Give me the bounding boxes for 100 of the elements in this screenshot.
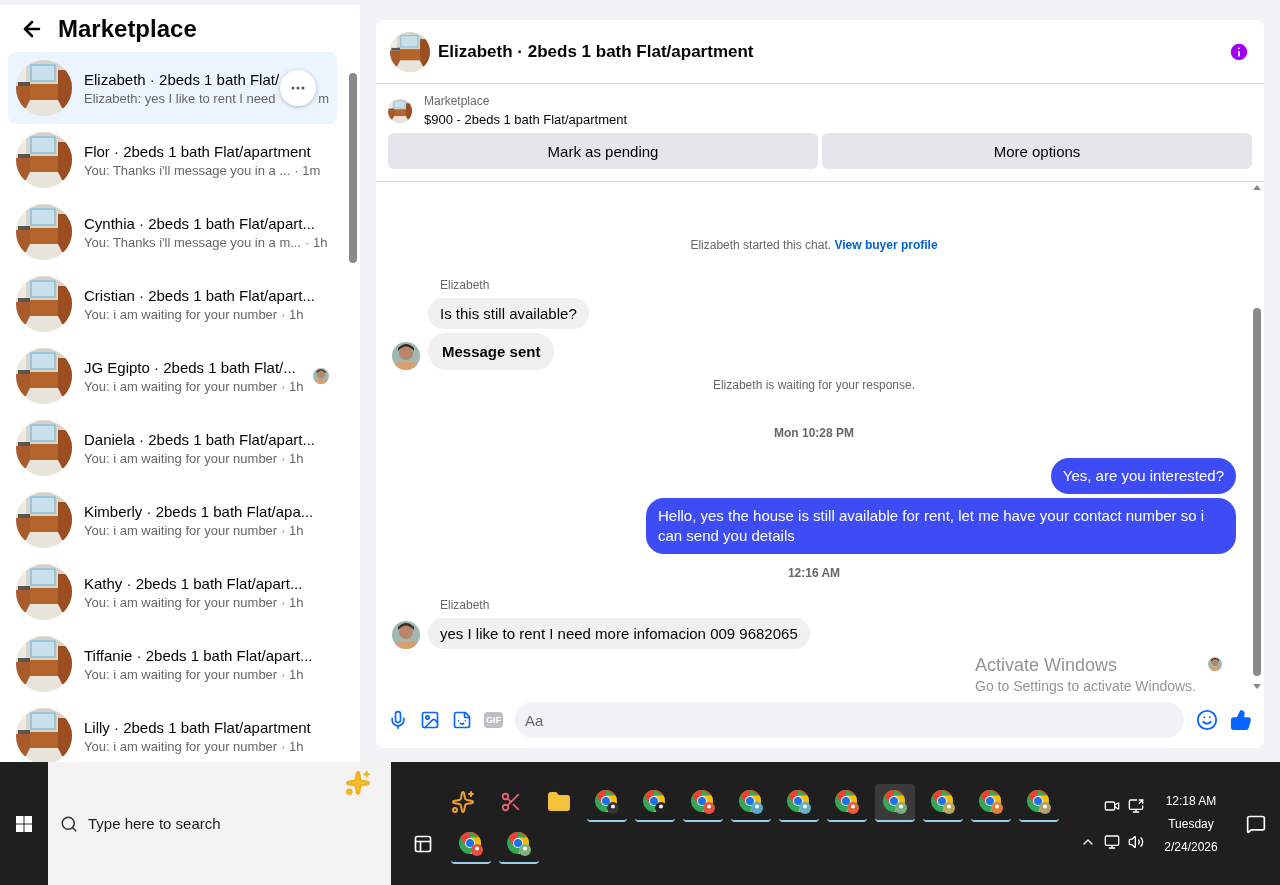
activation-title: Activate Windows: [975, 655, 1119, 676]
message-time: · 1m: [294, 162, 321, 178]
listing-button[interactable]: More options: [822, 133, 1252, 169]
message-preview: You: i am waiting for your number: [84, 378, 278, 394]
conversation-title: Lilly · 2beds 1 bath Flat/apartment: [84, 718, 312, 736]
sparkle-icon: [451, 789, 475, 814]
sidebar-title: Marketplace: [58, 14, 197, 43]
image-icon[interactable]: [420, 710, 440, 730]
sparkle-icon: [345, 770, 371, 796]
chat-timestamp: 12:16 AM: [786, 566, 842, 580]
conversation-item[interactable]: Flor · 2beds 1 bath Flat/apartment You: Thanks i'll message you in a ... · 1m: [8, 124, 337, 196]
conversation-item[interactable]: JG Egipto · 2beds 1 bath Flat/... You: i am waiting for your number · 1h: [8, 340, 337, 412]
conversation-title: Cynthia · 2beds 1 bath Flat/apart...: [84, 214, 316, 232]
scrollbar-thumb[interactable]: [1253, 308, 1261, 676]
browser-icon: [978, 788, 1004, 815]
conversation-item[interactable]: Daniela · 2beds 1 bath Flat/apart... You: i am waiting for your number · 1h: [8, 412, 337, 484]
message-time: · 1h: [305, 234, 328, 250]
message-preview: You: i am waiting for your number: [84, 450, 278, 466]
task-view-icon: [413, 833, 433, 854]
emoji-icon[interactable]: [1196, 709, 1218, 731]
conversation-item[interactable]: Tiffanie · 2beds 1 bath Flat/apart... You: i am waiting for your number · 1h: [8, 628, 337, 700]
incoming-message: yes I like to rent I need more infomacion 009 9682065: [428, 618, 810, 649]
browser-icon: [690, 788, 716, 815]
sender-name: Elizabeth: [440, 278, 491, 292]
search-icon: [60, 814, 78, 833]
conversation-item[interactable]: Kathy · 2beds 1 bath Flat/apart... You: i am waiting for your number · 1h: [8, 556, 337, 628]
outgoing-message: Yes, are you interested?: [1050, 458, 1236, 494]
message-preview: You: i am waiting for your number: [84, 522, 278, 538]
message-time: m: [318, 90, 329, 106]
browser-icon: [738, 788, 764, 815]
browser-icon: [642, 788, 668, 815]
browser-icon: [786, 788, 812, 815]
buyer-profile-link[interactable]: View buyer profile: [834, 238, 938, 252]
folder-icon: [547, 789, 571, 814]
browser-icon: [458, 830, 484, 857]
conversation-title: Tiffanie · 2beds 1 bath Flat/apart...: [84, 646, 314, 664]
message-time: · 1h: [281, 738, 304, 754]
activation-subtitle: Go to Settings to activate Windows.: [975, 678, 1196, 694]
message-time: · 1h: [281, 666, 304, 682]
browser-icon: [594, 788, 620, 815]
scrollbar-thumb[interactable]: [348, 73, 357, 263]
conversation-title: Cristian · 2beds 1 bath Flat/apart...: [84, 286, 316, 304]
screen-share-icon[interactable]: [1128, 797, 1144, 814]
conversation-title: Kathy · 2beds 1 bath Flat/apart...: [84, 574, 304, 592]
clock-date: 2/24/2026: [1164, 839, 1218, 854]
microphone-icon[interactable]: [388, 710, 408, 730]
browser-icon: [1026, 788, 1052, 815]
chat-title: Elizabeth · 2beds 1 bath Flat/apartment: [438, 41, 755, 62]
sender-name: Elizabeth: [440, 598, 491, 612]
network-icon[interactable]: [1104, 833, 1120, 850]
conversation-item[interactable]: Elizabeth · 2beds 1 bath Flat/ Elizabeth: yes I like to rent I need m: [8, 52, 337, 124]
chat-notice: Elizabeth started this chat. View buyer profile: [689, 238, 939, 252]
taskbar-app-button[interactable]: [875, 783, 915, 822]
notifications-icon[interactable]: [1246, 813, 1266, 834]
thumbs-up-icon[interactable]: [1230, 709, 1252, 731]
browser-icon: [930, 788, 956, 815]
more-icon: [291, 86, 305, 90]
scroll-down-icon[interactable]: [1253, 684, 1261, 690]
message-time: · 1h: [281, 594, 304, 610]
conversation-title: Kimberly · 2beds 1 bath Flat/apa...: [84, 502, 315, 520]
conversation-title: Flor · 2beds 1 bath Flat/apartment: [84, 142, 312, 160]
message-time: · 1h: [281, 378, 304, 394]
sticker-icon[interactable]: [452, 710, 472, 730]
conversation-title: Daniela · 2beds 1 bath Flat/apart...: [84, 430, 316, 448]
conversation-item[interactable]: Cristian · 2beds 1 bath Flat/apart... You: i am waiting for your number · 1h: [8, 268, 337, 340]
message-preview: You: i am waiting for your number: [84, 306, 278, 322]
volume-icon[interactable]: [1128, 833, 1144, 850]
conversation-title: Elizabeth · 2beds 1 bath Flat/: [84, 70, 281, 88]
listing-label: Marketplace: [424, 94, 491, 108]
conversation-title: JG Egipto · 2beds 1 bath Flat/...: [84, 358, 297, 376]
message-field[interactable]: Aa: [515, 702, 1184, 738]
browser-icon: [882, 788, 908, 815]
windows-icon: [16, 815, 32, 832]
message-preview: You: Thanks i'll message you in a m...: [84, 234, 302, 250]
message-preview: You: i am waiting for your number: [84, 666, 278, 682]
message-preview: You: i am waiting for your number: [84, 594, 278, 610]
browser-icon: [506, 830, 532, 857]
message-time: · 1h: [281, 306, 304, 322]
scissors-icon: [500, 790, 522, 813]
info-icon[interactable]: [1228, 40, 1250, 63]
listing-title: $900 - 2beds 1 bath Flat/apartment: [424, 112, 628, 127]
message-time: · 1h: [281, 522, 304, 538]
chat-notice: Elizabeth is waiting for your response.: [711, 378, 917, 392]
conversation-item[interactable]: Kimberly · 2beds 1 bath Flat/apa... You: i am waiting for your number · 1h: [8, 484, 337, 556]
incoming-message: Is this still available?: [428, 298, 589, 329]
listing-button[interactable]: Mark as pending: [388, 133, 818, 169]
conversation-item[interactable]: Cynthia · 2beds 1 bath Flat/apart... You: Thanks i'll message you in a m... · 1h: [8, 196, 337, 268]
chat-timestamp: Mon 10:28 PM: [773, 426, 855, 440]
clock-day: Tuesday: [1168, 816, 1214, 831]
incoming-message: Message sent: [428, 333, 555, 370]
message-time: · 1h: [281, 450, 304, 466]
taskbar-search[interactable]: Type here to search: [48, 762, 391, 885]
message-preview: Elizabeth: yes I like to rent I need: [84, 90, 276, 106]
message-preview: You: i am waiting for your number: [84, 738, 278, 754]
scroll-up-icon[interactable]: [1253, 184, 1261, 190]
message-preview: You: Thanks i'll message you in a ...: [84, 162, 291, 178]
clock-time: 12:18 AM: [1165, 793, 1217, 808]
outgoing-message: Hello, yes the house is still available for rent, let me have your contact number so i can send you details: [646, 498, 1236, 554]
browser-icon: [834, 788, 860, 815]
conversation-item[interactable]: Lilly · 2beds 1 bath Flat/apartment You: i am waiting for your number · 1h: [8, 700, 337, 762]
